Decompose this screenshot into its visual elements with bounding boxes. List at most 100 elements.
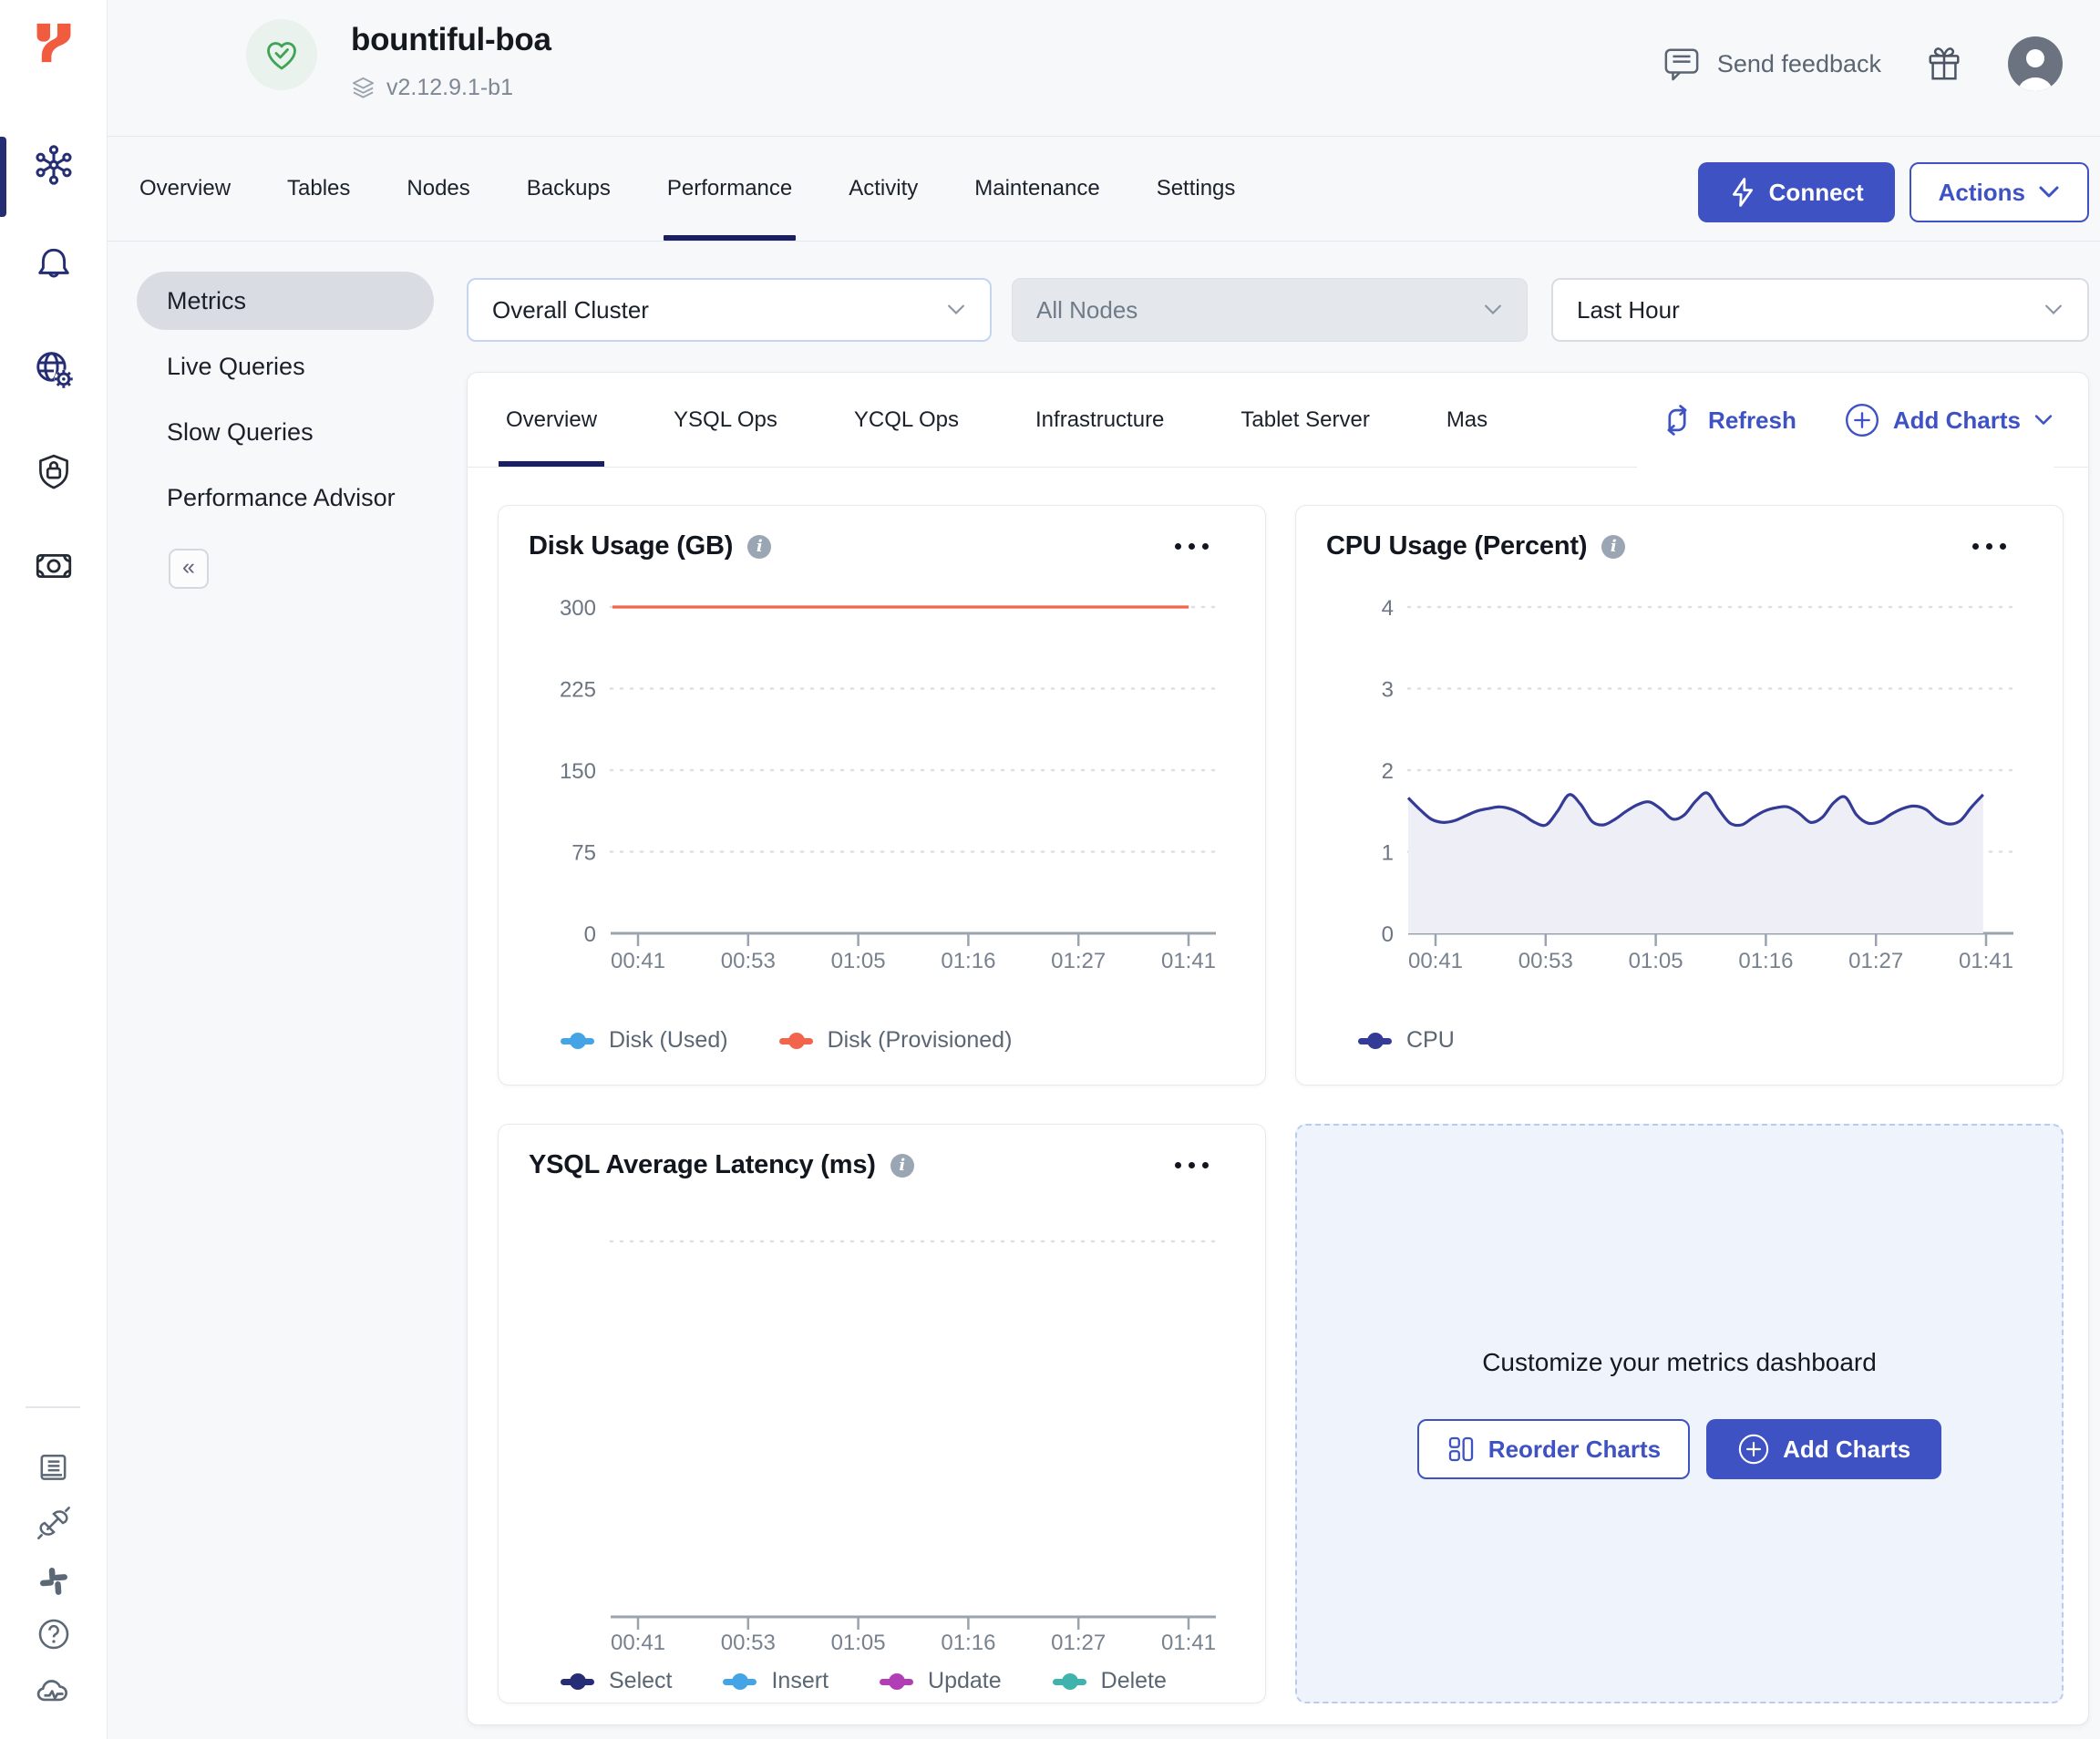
legend-item[interactable]: Select xyxy=(561,1668,672,1694)
tab-activity[interactable]: Activity xyxy=(849,137,918,241)
metrics-tab-tablet-server[interactable]: Tablet Server xyxy=(1240,373,1369,467)
legend-item[interactable]: Insert xyxy=(723,1668,829,1694)
info-icon[interactable]: i xyxy=(890,1154,914,1178)
status-icon[interactable] xyxy=(33,1670,75,1712)
cluster-version: v2.12.9.1-b1 xyxy=(351,75,513,101)
cpu-usage-chart: 0123400:4100:5301:0501:1601:2701:41 xyxy=(1296,561,2064,989)
tab-nodes[interactable]: Nodes xyxy=(407,137,469,241)
chevron-down-icon xyxy=(2038,185,2060,200)
send-feedback-button[interactable]: Send feedback xyxy=(1662,46,1881,82)
chart-menu-button[interactable] xyxy=(1971,538,2008,555)
globe-gear-icon xyxy=(33,348,75,390)
svg-text:00:41: 00:41 xyxy=(1408,949,1463,973)
metrics-tab-infrastructure[interactable]: Infrastructure xyxy=(1035,373,1164,467)
tab-overview[interactable]: Overview xyxy=(139,137,231,241)
lightning-icon xyxy=(1729,177,1756,208)
info-icon[interactable]: i xyxy=(747,535,771,559)
metrics-tab-ysql-ops[interactable]: YSQL Ops xyxy=(674,373,777,467)
nav-billing-icon[interactable] xyxy=(33,545,75,587)
legend-item[interactable]: Delete xyxy=(1053,1668,1167,1694)
tab-tables[interactable]: Tables xyxy=(287,137,350,241)
chart-menu-button[interactable] xyxy=(1173,538,1210,555)
cluster-icon xyxy=(33,144,75,186)
svg-text:00:53: 00:53 xyxy=(721,1631,776,1655)
left-icon-rail xyxy=(0,0,108,1739)
legend-marker xyxy=(779,1033,813,1049)
legend-item[interactable]: Disk (Used) xyxy=(561,1027,728,1054)
metrics-toolbar: Refresh Add Charts xyxy=(1637,373,2054,468)
chart-title: YSQL Average Latency (ms) xyxy=(529,1150,876,1180)
feedback-bubble-icon xyxy=(1662,46,1701,82)
header-controls: Send feedback xyxy=(1662,36,2064,91)
help-icon[interactable] xyxy=(33,1613,75,1655)
refresh-label: Refresh xyxy=(1708,406,1796,435)
legend-label: Select xyxy=(609,1668,672,1694)
nav-security-icon[interactable] xyxy=(33,450,75,492)
whats-new-button[interactable] xyxy=(1925,44,1963,84)
customize-dashboard-panel: Customize your metrics dashboard Reorder… xyxy=(1295,1124,2064,1703)
collapse-sidebar-button[interactable]: « xyxy=(169,549,209,589)
metrics-tab-master-server[interactable]: Mas xyxy=(1446,373,1488,467)
svg-text:01:41: 01:41 xyxy=(1161,1631,1216,1655)
chevron-down-icon xyxy=(2033,414,2054,427)
version-text: v2.12.9.1-b1 xyxy=(386,75,513,101)
layers-icon xyxy=(351,76,376,100)
refresh-button[interactable]: Refresh xyxy=(1659,401,1796,439)
sidebar-item-performance-advisor[interactable]: Performance Advisor xyxy=(137,468,434,527)
tab-backups[interactable]: Backups xyxy=(527,137,611,241)
sidebar-item-live-queries[interactable]: Live Queries xyxy=(137,337,434,396)
yugabyte-logo[interactable] xyxy=(24,13,84,73)
nav-network-settings-icon[interactable] xyxy=(33,348,75,390)
slack-icon[interactable] xyxy=(33,1560,75,1602)
plug-icon xyxy=(36,1505,72,1541)
svg-text:1: 1 xyxy=(1382,841,1394,866)
integrations-icon[interactable] xyxy=(33,1502,75,1544)
cluster-scope-dropdown[interactable]: Overall Cluster xyxy=(467,278,992,342)
book-icon xyxy=(36,1451,71,1486)
svg-text:01:16: 01:16 xyxy=(1738,949,1793,973)
chevron-down-icon xyxy=(1483,304,1503,316)
svg-text:0: 0 xyxy=(584,922,596,947)
svg-text:01:16: 01:16 xyxy=(941,1631,995,1655)
legend-label: Disk (Provisioned) xyxy=(828,1027,1013,1054)
node-scope-dropdown[interactable]: All Nodes xyxy=(1012,278,1528,342)
tab-performance[interactable]: Performance xyxy=(667,137,792,241)
connect-button[interactable]: Connect xyxy=(1698,162,1895,222)
legend-item[interactable]: Update xyxy=(880,1668,1002,1694)
legend-item[interactable]: CPU xyxy=(1358,1027,1455,1054)
chart-menu-button[interactable] xyxy=(1173,1157,1210,1174)
nav-alerts-icon[interactable] xyxy=(33,242,75,284)
svg-text:01:27: 01:27 xyxy=(1051,949,1106,973)
ysql-latency-chart: 00:4100:5301:0501:1601:2701:41 xyxy=(499,1179,1267,1662)
svg-text:225: 225 xyxy=(560,678,596,703)
svg-text:01:41: 01:41 xyxy=(1959,949,2013,973)
legend-label: Update xyxy=(928,1668,1002,1694)
actions-button[interactable]: Actions xyxy=(1910,162,2089,222)
add-charts-button[interactable]: Add Charts xyxy=(1706,1419,1941,1479)
chart-card-cpu-usage: CPU Usage (Percent) i 0123400:4100:5301:… xyxy=(1295,505,2064,1086)
metrics-tab-ycql-ops[interactable]: YCQL Ops xyxy=(854,373,959,467)
reorder-charts-label: Reorder Charts xyxy=(1488,1435,1661,1464)
question-circle-icon xyxy=(36,1616,72,1652)
metrics-tab-overview[interactable]: Overview xyxy=(506,373,597,467)
tab-settings[interactable]: Settings xyxy=(1157,137,1236,241)
info-icon[interactable]: i xyxy=(1601,535,1625,559)
tab-maintenance[interactable]: Maintenance xyxy=(974,137,1099,241)
time-range-dropdown[interactable]: Last Hour xyxy=(1551,278,2089,342)
legend-item[interactable]: Disk (Provisioned) xyxy=(779,1027,1013,1054)
add-charts-dropdown-button[interactable]: Add Charts xyxy=(1844,402,2054,438)
legend-marker xyxy=(1358,1033,1392,1049)
nav-clusters-icon[interactable] xyxy=(33,144,75,186)
sidebar-item-slow-queries[interactable]: Slow Queries xyxy=(137,403,434,461)
chevron-down-icon xyxy=(946,304,966,316)
node-scope-value: All Nodes xyxy=(1036,296,1138,324)
reorder-charts-button[interactable]: Reorder Charts xyxy=(1417,1419,1690,1479)
legend-marker xyxy=(880,1673,913,1690)
plus-circle-icon xyxy=(1737,1433,1770,1466)
docs-icon[interactable] xyxy=(33,1447,75,1489)
user-avatar[interactable] xyxy=(2007,36,2064,92)
svg-text:150: 150 xyxy=(560,759,596,784)
svg-text:01:16: 01:16 xyxy=(941,949,995,973)
svg-text:00:41: 00:41 xyxy=(611,949,665,973)
sidebar-item-metrics[interactable]: Metrics xyxy=(137,272,434,330)
